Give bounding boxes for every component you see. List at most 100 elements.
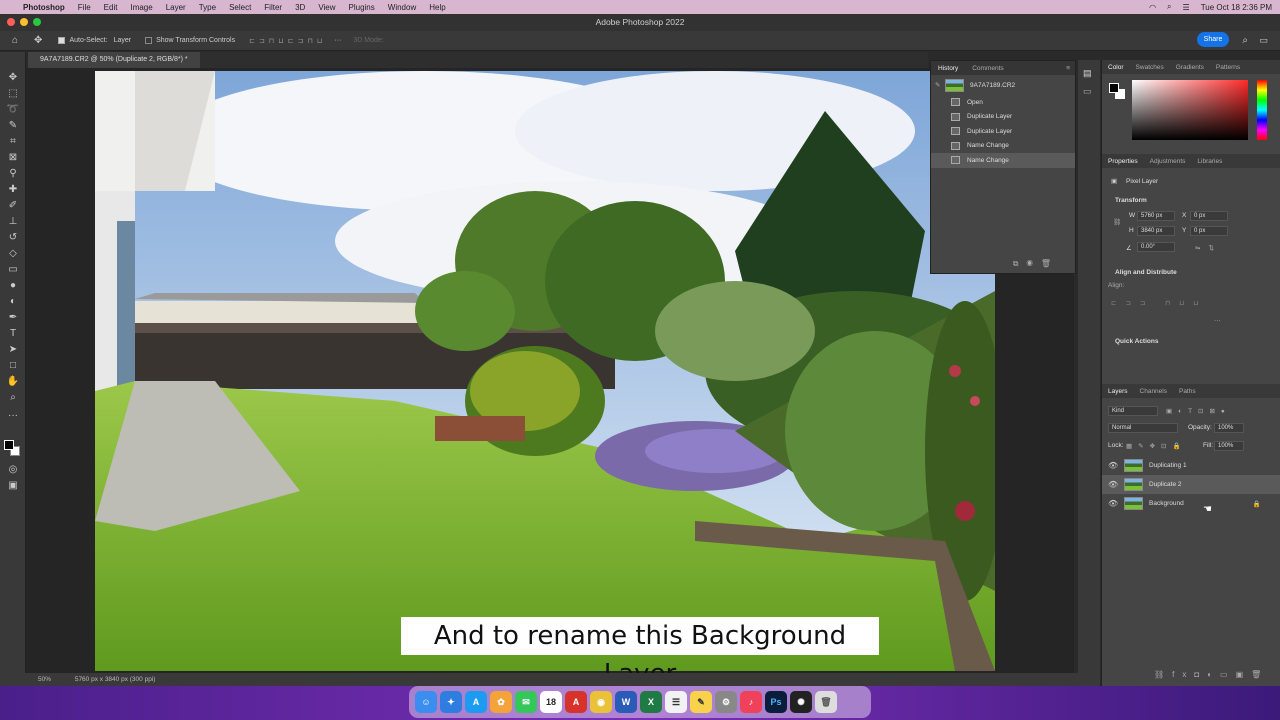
tab-history[interactable]: History bbox=[931, 65, 965, 72]
home-icon[interactable]: ⌂ bbox=[12, 35, 18, 46]
rectangle-tool-icon[interactable]: □ bbox=[6, 360, 20, 372]
hand-tool-icon[interactable]: ✋ bbox=[6, 376, 20, 388]
share-button[interactable]: Share bbox=[1197, 32, 1229, 47]
menu-3d[interactable]: 3D bbox=[295, 3, 305, 12]
zoom-level[interactable]: 50% bbox=[38, 676, 51, 683]
layers-footer-icons[interactable]: ⛓fx◘◐▭▣🗑 bbox=[1154, 670, 1269, 679]
crop-tool-icon[interactable]: ⌗ bbox=[6, 136, 20, 148]
zoom-window-button[interactable] bbox=[33, 18, 41, 26]
menu-file[interactable]: File bbox=[78, 3, 91, 12]
history-item[interactable]: Duplicate Layer bbox=[931, 110, 1075, 125]
safari-icon[interactable]: ✦ bbox=[440, 691, 462, 713]
menu-edit[interactable]: Edit bbox=[104, 3, 118, 12]
photoshop-icon[interactable]: Ps bbox=[765, 691, 787, 713]
menu-window[interactable]: Window bbox=[388, 3, 416, 12]
menu-help[interactable]: Help bbox=[429, 3, 445, 12]
lasso-tool-icon[interactable]: ➰ bbox=[6, 104, 20, 116]
menu-type[interactable]: Type bbox=[199, 3, 216, 12]
blur-tool-icon[interactable]: ● bbox=[6, 280, 20, 292]
app-store-icon[interactable]: A bbox=[465, 691, 487, 713]
opacity-field[interactable]: 100% bbox=[1214, 423, 1244, 433]
layer-filter-dropdown[interactable]: Kind bbox=[1108, 406, 1158, 416]
eyedropper-icon[interactable]: ⚲ bbox=[6, 168, 20, 180]
more-align-icon[interactable]: ··· bbox=[1214, 317, 1221, 324]
reminders-icon[interactable]: ☰ bbox=[665, 691, 687, 713]
control-center-icon[interactable]: ☰ bbox=[1183, 3, 1190, 12]
quick-select-icon[interactable]: ✎ bbox=[6, 120, 20, 132]
trash-icon[interactable]: 🗑 bbox=[815, 691, 837, 713]
zoom-tool-icon[interactable]: ⌕ bbox=[6, 392, 20, 404]
align-icons[interactable]: ⊏⊐⊓⊔⊏⊐⊓⊔ bbox=[249, 37, 326, 45]
chrome-icon[interactable]: ◉ bbox=[590, 691, 612, 713]
move-tool-icon[interactable]: ✥ bbox=[6, 72, 20, 84]
history-brush-icon[interactable]: ↺ bbox=[6, 232, 20, 244]
history-item[interactable]: Name Change bbox=[931, 153, 1075, 168]
workspace-icon[interactable]: ▭ bbox=[1259, 35, 1268, 46]
layer-name[interactable]: Duplicating 1 bbox=[1149, 462, 1187, 469]
path-select-icon[interactable]: ➤ bbox=[6, 344, 20, 356]
search-icon[interactable]: ⌕ bbox=[1167, 2, 1171, 12]
visibility-eye-icon[interactable]: 👁 bbox=[1108, 499, 1118, 508]
document-canvas-photo[interactable] bbox=[95, 71, 995, 671]
quick-actions-heading[interactable]: Quick Actions bbox=[1115, 338, 1158, 345]
visibility-eye-icon[interactable]: 👁 bbox=[1108, 461, 1118, 470]
menu-plugins[interactable]: Plugins bbox=[349, 3, 375, 12]
brush-source-icon[interactable]: ✎ bbox=[935, 81, 945, 89]
angle-field[interactable]: 0.00° bbox=[1137, 242, 1175, 252]
tab-color[interactable]: Color bbox=[1102, 64, 1130, 71]
tab-swatches[interactable]: Swatches bbox=[1130, 64, 1170, 71]
dodge-tool-icon[interactable]: ◐ bbox=[6, 296, 20, 308]
layer-filter-icons[interactable]: ▣◐T⊡⊠● bbox=[1166, 407, 1231, 415]
move-tool-icon[interactable]: ✥ bbox=[34, 35, 42, 46]
color-picker-field[interactable] bbox=[1132, 80, 1248, 140]
gradient-tool-icon[interactable]: ▭ bbox=[6, 264, 20, 276]
layer-name[interactable]: Background bbox=[1149, 500, 1184, 507]
width-field[interactable]: 5760 px bbox=[1137, 211, 1175, 221]
link-icon[interactable]: ⛓ bbox=[1113, 218, 1121, 226]
eraser-icon[interactable]: ◇ bbox=[6, 248, 20, 260]
tab-paths[interactable]: Paths bbox=[1173, 388, 1202, 395]
history-panel-icon[interactable]: ▤ bbox=[1083, 68, 1092, 79]
history-item[interactable]: Duplicate Layer bbox=[931, 124, 1075, 139]
tab-channels[interactable]: Channels bbox=[1134, 388, 1173, 395]
tab-properties[interactable]: Properties bbox=[1102, 158, 1144, 165]
document-tab[interactable]: 9A7A7189.CR2 @ 50% (Duplicate 2, RGB/8*)… bbox=[28, 52, 200, 68]
flip-icons[interactable]: ⇋⇅ bbox=[1195, 244, 1222, 252]
layer-row[interactable]: 👁 Duplicating 1 bbox=[1102, 456, 1280, 475]
word-icon[interactable]: W bbox=[615, 691, 637, 713]
history-item[interactable]: Name Change bbox=[931, 139, 1075, 154]
fill-field[interactable]: 100% bbox=[1214, 441, 1244, 451]
history-footer-icons[interactable]: ⧉◉🗑 bbox=[1013, 259, 1059, 269]
panel-menu-icon[interactable]: ≡ bbox=[1066, 65, 1070, 72]
lock-icon[interactable]: 🔒 bbox=[1253, 500, 1261, 508]
layer-name[interactable]: Duplicate 2 bbox=[1149, 481, 1182, 488]
history-item[interactable]: Open bbox=[931, 95, 1075, 110]
tab-patterns[interactable]: Patterns bbox=[1210, 64, 1246, 71]
acrobat-icon[interactable]: A bbox=[565, 691, 587, 713]
menu-image[interactable]: Image bbox=[130, 3, 152, 12]
tab-comments[interactable]: Comments bbox=[965, 65, 1010, 72]
frame-tool-icon[interactable]: ⊠ bbox=[6, 152, 20, 164]
minimize-window-button[interactable] bbox=[20, 18, 28, 26]
menu-select[interactable]: Select bbox=[229, 3, 251, 12]
align-buttons[interactable]: ⊏⊐⊐ ⊓⊔⊔ bbox=[1111, 299, 1207, 307]
excel-icon[interactable]: X bbox=[640, 691, 662, 713]
marquee-tool-icon[interactable]: ⬚ bbox=[6, 88, 20, 100]
screen-mode-icon[interactable]: ▣ bbox=[6, 480, 20, 492]
tab-libraries[interactable]: Libraries bbox=[1191, 158, 1228, 165]
finder-icon[interactable]: ☺ bbox=[415, 691, 437, 713]
menu-filter[interactable]: Filter bbox=[264, 3, 282, 12]
comments-panel-icon[interactable]: ▭ bbox=[1083, 86, 1092, 97]
auto-select-dropdown[interactable]: Layer bbox=[114, 37, 132, 44]
transform-controls-checkbox[interactable] bbox=[145, 37, 153, 44]
wifi-icon[interactable]: ◠ bbox=[1149, 3, 1156, 12]
layer-row[interactable]: 👁 Background 🔒 bbox=[1102, 494, 1280, 513]
auto-select-checkbox[interactable] bbox=[58, 37, 66, 44]
hue-slider[interactable] bbox=[1257, 80, 1267, 140]
messages-icon[interactable]: ✉ bbox=[515, 691, 537, 713]
calendar-icon[interactable]: 18 bbox=[540, 691, 562, 713]
history-snapshot[interactable]: ✎ 9A7A7189.CR2 bbox=[931, 75, 1075, 95]
quick-mask-icon[interactable]: ◎ bbox=[6, 464, 20, 476]
lock-icons[interactable]: ▦✎✥⊡🔒 bbox=[1126, 442, 1187, 450]
document-dimensions[interactable]: 5760 px x 3840 px (300 ppi) bbox=[75, 676, 156, 683]
